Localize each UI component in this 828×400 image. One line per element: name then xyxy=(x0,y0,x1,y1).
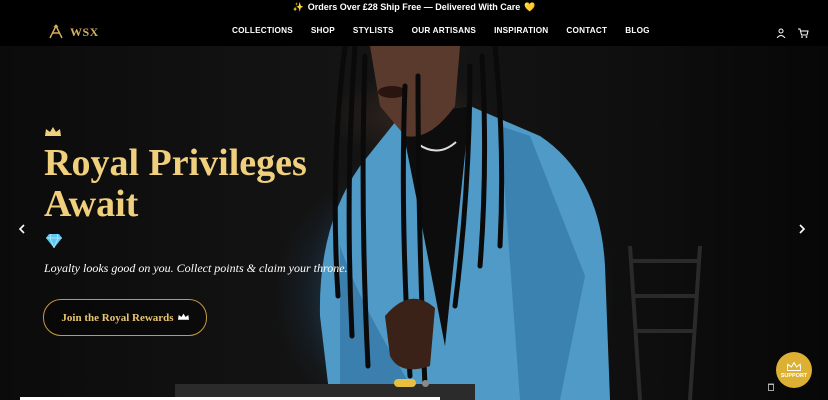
next-slide-arrow[interactable] xyxy=(797,221,807,234)
cta-crown-icon xyxy=(177,312,189,324)
hero-title-line-1: Royal Privileges xyxy=(44,142,307,184)
announcement-text: Orders Over £28 Ship Free — Delivered Wi… xyxy=(307,2,521,12)
cart-icon[interactable] xyxy=(798,25,809,38)
hero-title: Royal Privileges Await xyxy=(44,143,307,225)
announcement-bar: ✨ Orders Over £28 Ship Free — Delivered … xyxy=(0,0,828,14)
logo-emblem-icon xyxy=(49,24,63,39)
previous-slide-arrow[interactable] xyxy=(17,221,27,234)
support-label: SUPPORT xyxy=(780,372,808,379)
slide-dot-2[interactable] xyxy=(422,379,429,387)
gem-icon xyxy=(46,233,62,253)
yellow-heart-icon: 💛 xyxy=(524,1,536,12)
join-royal-rewards-button[interactable]: Join the Royal Rewards xyxy=(43,299,207,336)
main-nav: COLLECTIONS SHOP STYLISTS OUR ARTISANS I… xyxy=(232,26,650,35)
site-header: WSX COLLECTIONS SHOP STYLISTS OUR ARTISA… xyxy=(0,14,828,46)
support-button[interactable]: SUPPORT xyxy=(776,352,812,388)
nav-collections[interactable]: COLLECTIONS xyxy=(232,26,293,35)
site-logo[interactable]: WSX xyxy=(48,24,99,40)
support-crown-icon xyxy=(787,361,801,371)
hero-banner: Royal Privileges Await Loyalty looks goo… xyxy=(0,46,828,400)
crown-icon xyxy=(45,124,61,142)
hero-subtitle: Loyalty looks good on you. Collect point… xyxy=(44,261,348,275)
hero-title-line-2: Await xyxy=(44,183,139,225)
nav-shop[interactable]: SHOP xyxy=(311,26,335,35)
sparkles-icon: ✨ xyxy=(292,1,304,12)
nav-inspiration[interactable]: INSPIRATION xyxy=(494,26,548,35)
nav-our-artisans[interactable]: OUR ARTISANS xyxy=(412,26,476,35)
nav-blog[interactable]: BLOG xyxy=(625,26,649,35)
nav-stylists[interactable]: STYLISTS xyxy=(353,26,394,35)
nav-contact[interactable]: CONTACT xyxy=(566,26,607,35)
slide-dot-1[interactable] xyxy=(394,379,416,387)
trash-icon[interactable] xyxy=(768,378,774,391)
logo-text: WSX xyxy=(70,24,99,39)
account-icon[interactable] xyxy=(776,25,786,39)
cta-label: Join the Royal Rewards xyxy=(61,311,174,324)
slide-indicators xyxy=(394,379,429,387)
